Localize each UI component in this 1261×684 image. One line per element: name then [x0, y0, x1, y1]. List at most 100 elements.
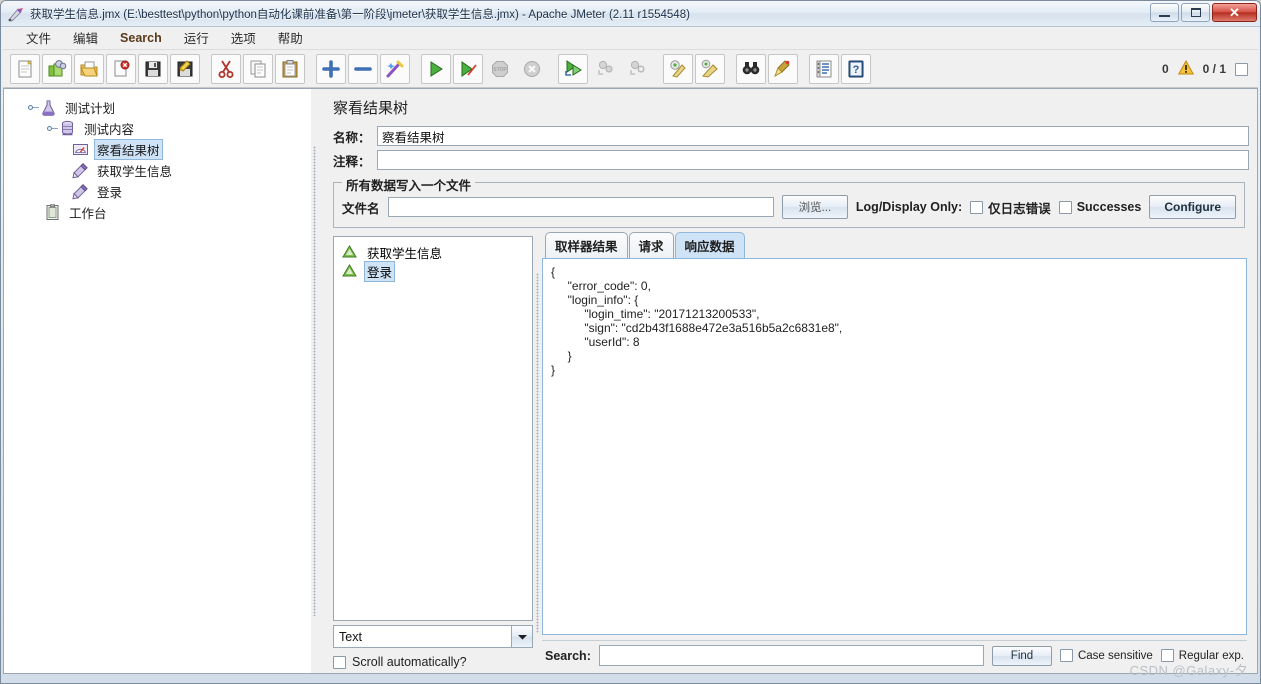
start-remote-button[interactable] — [558, 53, 588, 84]
tree-node-login[interactable]: 登录 — [14, 181, 311, 202]
tree-label: 工作台 — [69, 207, 107, 221]
thread-group-icon — [59, 120, 76, 137]
tab-request[interactable]: 请求 — [628, 232, 674, 258]
maximize-button[interactable] — [1181, 3, 1210, 22]
results-splitter[interactable] — [533, 236, 542, 669]
menu-file[interactable]: 文件 — [15, 26, 62, 50]
maximize-icon — [1190, 8, 1201, 17]
clear-all-button[interactable] — [695, 53, 725, 84]
tab-sampler-result[interactable]: 取样器结果 — [545, 232, 628, 258]
errors-only-checkbox[interactable]: 仅日志错误 — [970, 198, 1051, 217]
tree-label: 察看结果树 — [94, 139, 163, 160]
test-plan-flask-icon — [40, 99, 57, 116]
expand-handle-icon[interactable] — [28, 102, 39, 113]
window-title: 获取学生信息.jmx (E:\besttest\python\python自动化… — [30, 8, 690, 21]
clear-button[interactable] — [663, 53, 693, 84]
shutdown-button — [517, 54, 547, 84]
menu-search[interactable]: Search — [109, 29, 173, 48]
file-row: 文件名 浏览... Log/Display Only: 仅日志错误 Succes… — [342, 195, 1236, 219]
browse-button[interactable]: 浏览... — [781, 195, 848, 219]
menu-run[interactable]: 运行 — [173, 26, 220, 50]
help-button[interactable]: ? — [841, 53, 871, 84]
write-results-groupbox: 所有数据写入一个文件 文件名 浏览... Log/Display Only: 仅… — [333, 175, 1245, 228]
tree-node-test-plan[interactable]: 测试计划 — [14, 97, 311, 118]
case-sensitive-checkbox[interactable]: Case sensitive — [1059, 649, 1153, 662]
http-sampler-icon — [72, 162, 89, 179]
menu-help[interactable]: 帮助 — [267, 26, 314, 50]
open-button[interactable] — [74, 53, 104, 84]
configure-button[interactable]: Configure — [1149, 195, 1236, 219]
find-button[interactable]: Find — [991, 645, 1052, 666]
close-document-button[interactable] — [106, 53, 136, 84]
reset-search-button[interactable] — [768, 53, 798, 84]
toolbar: STOP ? 0 0 / 1 — [3, 50, 1258, 88]
search-button[interactable] — [736, 53, 766, 84]
close-button[interactable]: ✕ — [1212, 3, 1257, 22]
result-label: 登录 — [364, 261, 396, 282]
test-plan-tree-pane[interactable]: 测试计划 测试内容 察看结果树 获取学生信息 登录 工作台 — [3, 88, 311, 674]
comment-row: 注释： — [333, 150, 1249, 170]
result-item-get-student-info[interactable]: 获取学生信息 — [342, 243, 532, 262]
collapse-all-button[interactable] — [348, 53, 378, 84]
paste-button[interactable] — [275, 53, 305, 84]
tree-node-view-results-tree[interactable]: 察看结果树 — [14, 139, 311, 160]
tree-node-thread-group[interactable]: 测试内容 — [14, 118, 311, 139]
view-results-tree-icon — [72, 141, 89, 158]
stop-button: STOP — [485, 54, 515, 84]
save-as-button[interactable] — [170, 53, 200, 84]
warning-triangle-icon[interactable] — [1177, 59, 1194, 78]
case-sensitive-label: Case sensitive — [1077, 649, 1153, 662]
scroll-automatically-checkbox[interactable]: Scroll automatically? — [333, 655, 533, 669]
name-row: 名称： 察看结果树 — [333, 126, 1249, 146]
results-tree[interactable]: 获取学生信息 登录 — [333, 236, 533, 621]
tab-response-data[interactable]: 响应数据 — [674, 232, 745, 258]
successes-checkbox[interactable]: Successes — [1058, 200, 1142, 214]
checkbox-box[interactable] — [333, 655, 346, 669]
toggle-wand-button[interactable] — [380, 53, 410, 84]
start-no-pauses-button[interactable] — [453, 53, 483, 84]
jmeter-feather-icon — [8, 6, 24, 22]
log-display-label: Log/Display Only: — [855, 200, 963, 214]
function-helper-button[interactable] — [809, 53, 839, 84]
search-input[interactable] — [598, 645, 984, 666]
regular-exp-checkbox[interactable]: Regular exp. — [1160, 649, 1244, 662]
tree-node-workbench[interactable]: 工作台 — [14, 202, 311, 223]
start-button[interactable] — [421, 53, 451, 84]
toolbar-separator — [548, 54, 557, 84]
menu-edit[interactable]: 编辑 — [62, 26, 109, 50]
templates-button[interactable] — [42, 53, 72, 84]
result-item-login[interactable]: 登录 — [342, 261, 532, 282]
checkbox-box[interactable] — [1160, 649, 1174, 662]
svg-text:?: ? — [853, 64, 860, 76]
successes-label: Successes — [1076, 200, 1142, 214]
name-input[interactable]: 察看结果树 — [377, 126, 1249, 146]
tree-label: 登录 — [97, 186, 123, 200]
chevron-down-icon[interactable] — [511, 626, 532, 647]
checkbox-box[interactable] — [970, 200, 984, 214]
name-label: 名称： — [333, 130, 371, 145]
minimize-icon — [1159, 14, 1170, 17]
expand-all-button[interactable] — [316, 53, 346, 84]
scroll-automatically-label: Scroll automatically? — [352, 655, 467, 669]
svg-text:STOP: STOP — [493, 67, 507, 73]
tree-node-get-student-info[interactable]: 获取学生信息 — [14, 160, 311, 181]
copy-button[interactable] — [243, 53, 273, 84]
response-data-text[interactable]: { "error_code": 0, "login_info": { "logi… — [542, 258, 1247, 635]
toolbar-separator — [653, 54, 662, 84]
comment-input[interactable] — [377, 150, 1249, 170]
minimize-button[interactable] — [1150, 3, 1179, 22]
checkbox-box[interactable] — [1058, 200, 1072, 214]
expand-handle-icon[interactable] — [47, 123, 58, 134]
menu-options[interactable]: 选项 — [220, 26, 267, 50]
filename-input[interactable] — [387, 197, 774, 217]
main-splitter[interactable] — [311, 88, 319, 674]
counter-checkbox[interactable] — [1235, 62, 1248, 76]
save-button[interactable] — [138, 53, 168, 84]
checkbox-box[interactable] — [1059, 649, 1073, 662]
renderer-select[interactable]: Text — [333, 625, 533, 648]
test-plan-tree: 测试计划 测试内容 察看结果树 获取学生信息 登录 工作台 — [4, 89, 311, 223]
success-triangle-icon — [342, 263, 359, 280]
toolbar-status: 0 0 / 1 — [1162, 50, 1248, 88]
cut-button[interactable] — [211, 53, 241, 84]
new-button[interactable] — [10, 53, 40, 84]
